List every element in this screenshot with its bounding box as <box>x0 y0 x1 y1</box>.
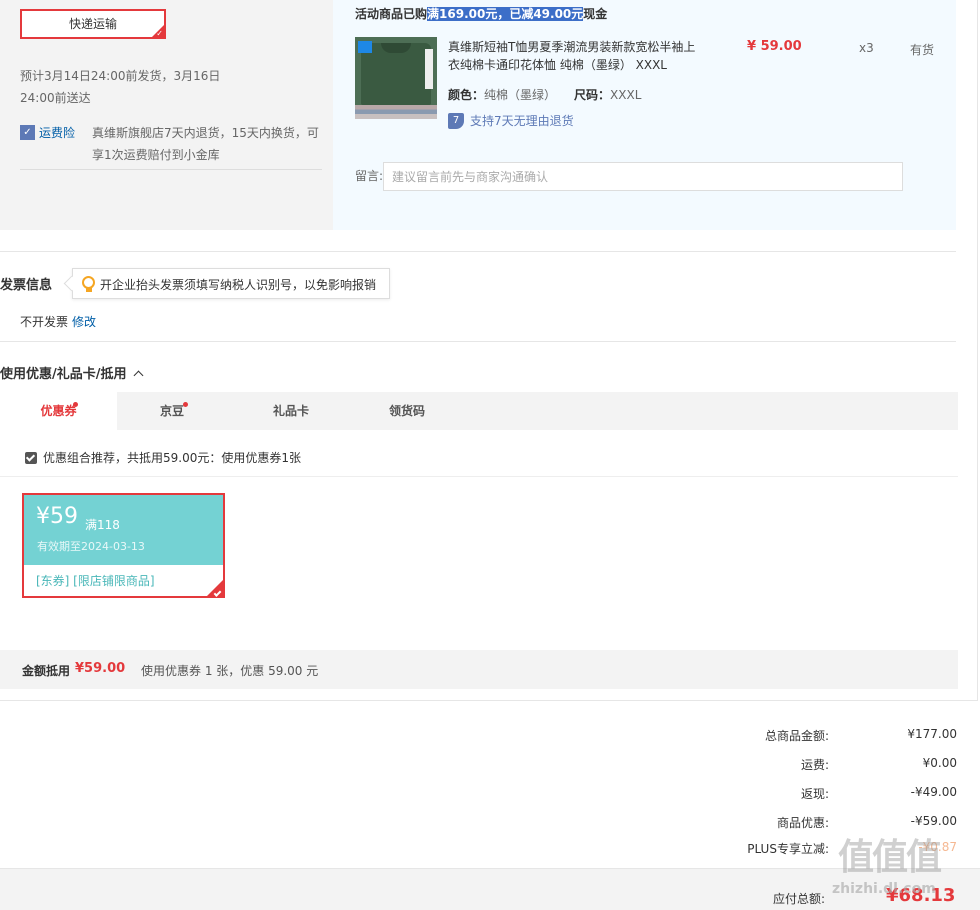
deduction-label: 金额抵用 <box>22 664 71 678</box>
tab-coupon-label: 优惠券 <box>40 404 77 418</box>
insurance-description: 真维斯旗舰店7天内退货，15天内换货，可享1次运费赔付到小金库 <box>92 126 319 162</box>
promo-suffix: 现金 <box>583 7 608 21</box>
combo-recommendation[interactable]: 优惠组合推荐，共抵用59.00元：使用优惠券1张 <box>25 449 301 466</box>
summary-row-goods-total: 总商品金额: ¥177.00 <box>600 727 957 747</box>
product-image[interactable] <box>355 37 437 119</box>
summary-row-shipping: 运费: ¥0.00 <box>600 756 957 776</box>
promo-prefix: 活动商品已购 <box>355 7 428 21</box>
combo-text: 优惠组合推荐，共抵用59.00元：使用优惠券1张 <box>43 451 301 465</box>
summary-row-plus-discount: PLUS专享立减: -¥0.87 <box>600 840 957 860</box>
total-label: 应付总额: <box>773 892 826 906</box>
tab-gift-card-label: 礼品卡 <box>272 404 309 418</box>
summary-label: 返现: <box>800 787 829 801</box>
panel-border <box>977 0 978 700</box>
invoice-edit-link[interactable]: 修改 <box>72 313 96 330</box>
total-bar: 应付总额: ¥68.13 <box>0 868 980 910</box>
invoice-title: 发票信息 <box>0 278 53 293</box>
insurance-link[interactable]: 运费险 <box>39 124 75 141</box>
summary-label: PLUS专享立减: <box>747 842 829 856</box>
deduction-description: 使用优惠券 1 张，优惠 59.00 元 <box>141 664 319 678</box>
summary-label: 商品优惠: <box>776 816 829 830</box>
check-icon: ✓ <box>156 29 163 38</box>
invoice-status: 不开发票 <box>20 315 69 329</box>
summary-value: -¥49.00 <box>910 785 957 799</box>
promo-highlight: 满169.00元，已减49.00元 <box>427 7 584 21</box>
brand-logo-icon <box>358 41 372 53</box>
coupon-condition: 满118 <box>85 518 120 532</box>
return-policy-text: 支持7天无理由退货 <box>470 114 574 128</box>
fabric-stripes <box>355 105 437 119</box>
insurance-shield-icon: ✓ <box>20 125 35 140</box>
express-shipping-label: 快递运输 <box>68 17 117 31</box>
message-input[interactable] <box>383 162 903 191</box>
discount-title: 使用优惠/礼品卡/抵用 <box>0 367 127 382</box>
total-amount: ¥68.13 <box>886 885 956 906</box>
promo-notice: 活动商品已购满169.00元，已减49.00元现金 <box>355 5 607 22</box>
coupon-expiry: 有效期至2024-03-13 <box>37 540 145 553</box>
product-attributes: 颜色：纯棉（墨绿） 尺码：XXXL <box>448 86 641 103</box>
chevron-up-icon <box>133 370 143 381</box>
summary-row-product-discount: 商品优惠: -¥59.00 <box>600 814 957 834</box>
shipping-section: 快递运输 ✓ 预计3月14日24:00前发货，3月16日24:00前送达 ✓ 运… <box>0 0 956 230</box>
order-items: 活动商品已购满169.00元，已减49.00元现金 真维斯短袖T恤男夏季潮流男装… <box>333 0 956 230</box>
product-title-link[interactable]: 真维斯短袖T恤男夏季潮流男装新款宽松半袖上衣纯棉卡通印花体恤 纯棉（墨绿） XX… <box>448 38 703 74</box>
coupon-header: ¥59 满118 有效期至2024-03-13 <box>24 495 223 565</box>
new-badge-dot <box>183 402 188 407</box>
tip-arrow <box>63 275 80 292</box>
lightbulb-base <box>86 288 92 292</box>
shipping-options: 快递运输 ✓ 预计3月14日24:00前发货，3月16日24:00前送达 ✓ 运… <box>0 0 333 230</box>
summary-value: ¥0.00 <box>922 756 957 770</box>
tab-coupon[interactable]: 优惠券 <box>0 392 117 430</box>
tab-redeem-code[interactable]: 领货码 <box>349 392 465 430</box>
delivery-eta: 预计3月14日24:00前发货，3月16日24:00前送达 <box>20 69 221 105</box>
express-shipping-button[interactable]: 快递运输 ✓ <box>20 9 166 39</box>
summary-value: ¥177.00 <box>907 727 957 741</box>
new-badge-dot <box>73 402 78 407</box>
product-price: ¥ 59.00 <box>747 39 802 54</box>
summary-row-cashback: 返现: -¥49.00 <box>600 785 957 805</box>
summary-value: -¥0.87 <box>918 840 957 854</box>
tab-jingdou[interactable]: 京豆 <box>117 392 227 430</box>
divider <box>20 169 322 170</box>
coupon-amount: ¥59 <box>36 504 78 529</box>
size-value: XXXL <box>610 88 642 102</box>
summary-label: 总商品金额: <box>764 729 829 743</box>
discount-tabs: 优惠券 京豆 礼品卡 领货码 <box>0 392 958 430</box>
return-policy: 7 支持7天无理由退货 <box>448 112 574 129</box>
deduction-amount: ¥59.00 <box>75 661 126 676</box>
message-label: 留言: <box>355 169 384 183</box>
divider <box>0 251 956 252</box>
color-value: 纯棉（墨绿） <box>484 88 557 102</box>
invoice-tip-text: 开企业抬头发票须填写纳税人识别号，以免影响报销 <box>100 278 377 292</box>
size-label: 尺码： <box>574 88 611 102</box>
combo-checkbox[interactable] <box>25 451 37 464</box>
return-policy-icon: 7 <box>448 112 464 129</box>
summary-label: 运费: <box>800 758 829 772</box>
discount-section-toggle[interactable]: 使用优惠/礼品卡/抵用 <box>0 363 143 382</box>
divider <box>0 700 978 701</box>
product-quantity: x3 <box>859 41 874 55</box>
tag-strip <box>425 49 433 89</box>
coupon-tags: [东券] [限店铺限商品] <box>36 574 155 588</box>
divider <box>0 341 956 342</box>
tab-jingdou-label: 京豆 <box>159 404 184 418</box>
stock-status: 有货 <box>910 43 935 57</box>
coupon-card[interactable]: ¥59 满118 有效期至2024-03-13 [东券] [限店铺限商品] <box>22 493 225 598</box>
deduction-summary: 金额抵用 ¥59.00 使用优惠券 1 张，优惠 59.00 元 <box>0 650 958 689</box>
tab-redeem-code-label: 领货码 <box>388 404 425 418</box>
tab-gift-card[interactable]: 礼品卡 <box>233 392 349 430</box>
summary-value: -¥59.00 <box>910 814 957 828</box>
color-label: 颜色： <box>448 88 485 102</box>
invoice-tip: 开企业抬头发票须填写纳税人识别号，以免影响报销 <box>63 268 390 299</box>
